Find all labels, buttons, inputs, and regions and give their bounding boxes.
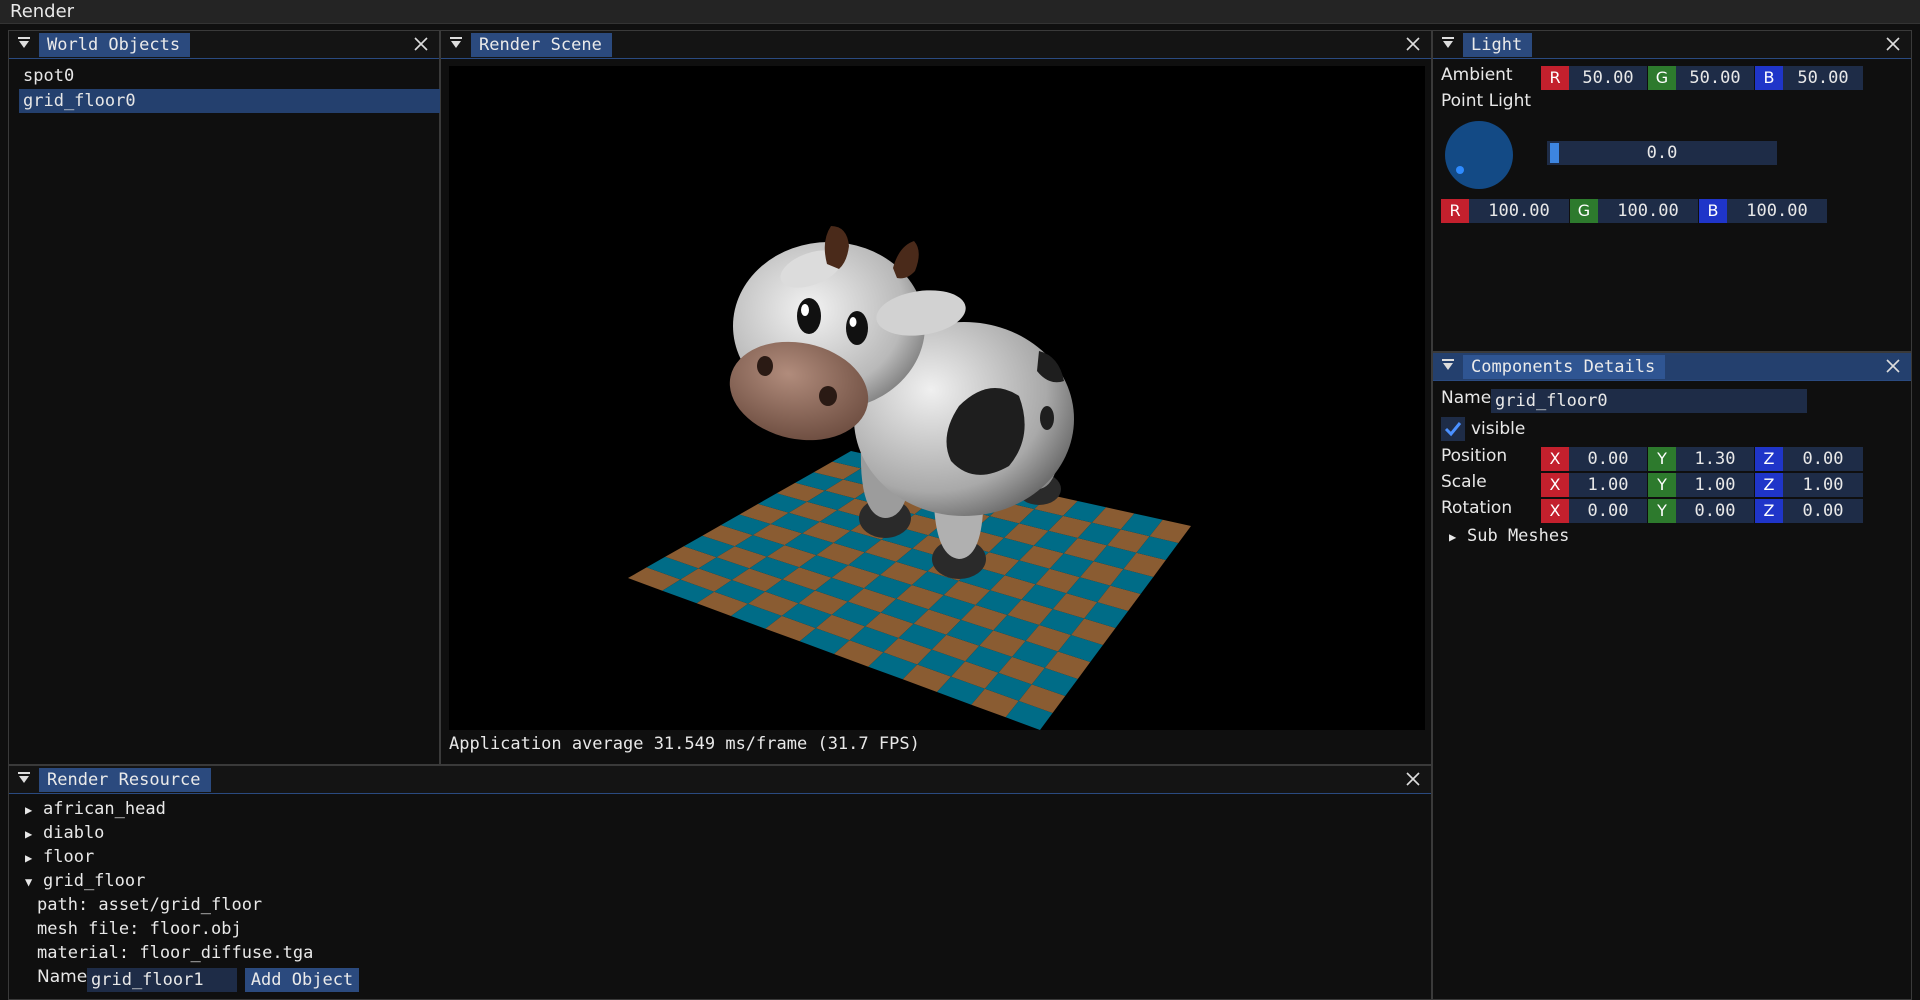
menu-bar: Render [0,0,1920,24]
position-label: Position [1441,446,1508,466]
collapse-icon[interactable] [17,770,31,786]
ambient-b-chip: B [1755,66,1783,90]
point-b-chip: B [1699,199,1727,223]
point-light-slider[interactable]: 0.0 [1547,141,1777,165]
point-light-label: Point Light [1441,91,1532,111]
checkmark-icon [1444,422,1462,437]
component-name-input[interactable]: grid_floor0 [1491,389,1807,413]
list-item-spot0[interactable]: spot0 [19,64,441,88]
sub-meshes-node[interactable]: ▶ Sub Meshes [1449,525,1569,548]
tree-node-diablo[interactable]: ▶ diablo [25,822,104,845]
visible-checkbox[interactable] [1441,417,1465,441]
collapse-icon[interactable] [17,35,31,51]
position-z-chip: Z [1755,447,1783,471]
render-resource-titlebar[interactable]: Render Resource [9,766,1431,794]
rotation-x-chip: X [1541,499,1569,523]
world-objects-tab[interactable]: World Objects [39,33,191,57]
scale-x-chip: X [1541,473,1569,497]
menu-render[interactable]: Render [10,1,74,22]
ambient-g-field[interactable]: 50.00 [1676,66,1754,90]
visible-label: visible [1471,419,1526,439]
ambient-label: Ambient [1441,65,1513,85]
slider-grab[interactable] [1550,143,1559,163]
world-objects-titlebar[interactable]: World Objects [9,31,439,59]
components-titlebar[interactable]: Components Details [1433,353,1911,381]
point-g-chip: G [1570,199,1598,223]
tree-node-african-head[interactable]: ▶ african_head [25,798,166,821]
world-objects-panel: World Objects spot0 grid_floor0 [8,30,441,765]
rotation-y-chip: Y [1648,499,1676,523]
scale-label: Scale [1441,472,1487,492]
component-name-label: Name [1441,388,1492,408]
scale-z-field[interactable]: 1.00 [1783,473,1863,497]
rotation-y-field[interactable]: 0.00 [1676,499,1754,523]
ambient-r-field[interactable]: 50.00 [1569,66,1647,90]
expand-arrow-icon: ▶ [25,851,33,865]
resource-name-input[interactable]: grid_floor1 [87,968,237,992]
scale-y-field[interactable]: 1.00 [1676,473,1754,497]
render-scene-panel: Render Scene Application average 31.549 … [440,30,1432,765]
expand-arrow-icon: ▶ [1449,530,1457,544]
fps-status: Application average 31.549 ms/frame (31.… [449,734,920,754]
close-icon[interactable] [1885,36,1901,52]
rotation-x-field[interactable]: 0.00 [1569,499,1647,523]
collapse-icon[interactable] [449,35,463,51]
rotation-label: Rotation [1441,498,1513,518]
light-panel: Light Ambient R 50.00 G 50.00 B 50.00 Po… [1432,30,1912,352]
close-icon[interactable] [1885,358,1901,374]
resource-mesh-file: mesh file: floor.obj [37,919,242,939]
tree-node-label: grid_floor [43,871,146,891]
close-icon[interactable] [1405,36,1421,52]
collapse-arrow-icon: ▼ [25,875,33,889]
add-object-button[interactable]: Add Object [245,968,359,992]
light-titlebar[interactable]: Light [1433,31,1911,59]
resource-name-label: Name [37,967,88,987]
slider-value: 0.0 [1646,143,1678,163]
position-y-chip: Y [1648,447,1676,471]
render-resource-tab[interactable]: Render Resource [39,768,211,792]
components-tab[interactable]: Components Details [1463,355,1666,379]
point-r-field[interactable]: 100.00 [1469,199,1569,223]
ambient-r-chip: R [1541,66,1569,90]
light-direction-dial[interactable] [1443,119,1515,191]
position-y-field[interactable]: 1.30 [1676,447,1754,471]
resource-material: material: floor_diffuse.tga [37,943,314,963]
list-item-grid-floor0[interactable]: grid_floor0 [19,89,441,113]
render-scene-tab[interactable]: Render Scene [471,33,612,57]
position-x-field[interactable]: 0.00 [1569,447,1647,471]
scale-x-field[interactable]: 1.00 [1569,473,1647,497]
resource-path: path: asset/grid_floor [37,895,263,915]
scale-y-chip: Y [1648,473,1676,497]
position-z-field[interactable]: 0.00 [1783,447,1863,471]
tree-node-floor[interactable]: ▶ floor [25,846,94,869]
collapse-icon[interactable] [1441,357,1455,373]
ambient-g-chip: G [1648,66,1676,90]
render-viewport[interactable] [449,66,1425,730]
position-x-chip: X [1541,447,1569,471]
expand-arrow-icon: ▶ [25,803,33,817]
scale-z-chip: Z [1755,473,1783,497]
tree-node-grid-floor[interactable]: ▼ grid_floor [25,870,145,893]
render-resource-panel: Render Resource ▶ african_head ▶ diablo ▶ f… [8,765,1432,1000]
light-tab[interactable]: Light [1463,33,1533,57]
point-r-chip: R [1441,199,1469,223]
rotation-z-field[interactable]: 0.00 [1783,499,1863,523]
point-g-field[interactable]: 100.00 [1598,199,1698,223]
render-scene-titlebar[interactable]: Render Scene [441,31,1431,59]
tree-node-label: african_head [43,799,166,819]
ambient-b-field[interactable]: 50.00 [1783,66,1863,90]
point-b-field[interactable]: 100.00 [1727,199,1827,223]
rotation-z-chip: Z [1755,499,1783,523]
tree-node-label: floor [43,847,95,867]
close-icon[interactable] [1405,771,1421,787]
sub-meshes-label: Sub Meshes [1467,526,1570,546]
close-icon[interactable] [413,36,429,52]
components-details-panel: Components Details Name grid_floor0 visi… [1432,352,1912,1000]
collapse-icon[interactable] [1441,35,1455,51]
expand-arrow-icon: ▶ [25,827,33,841]
tree-node-label: diablo [43,823,105,843]
